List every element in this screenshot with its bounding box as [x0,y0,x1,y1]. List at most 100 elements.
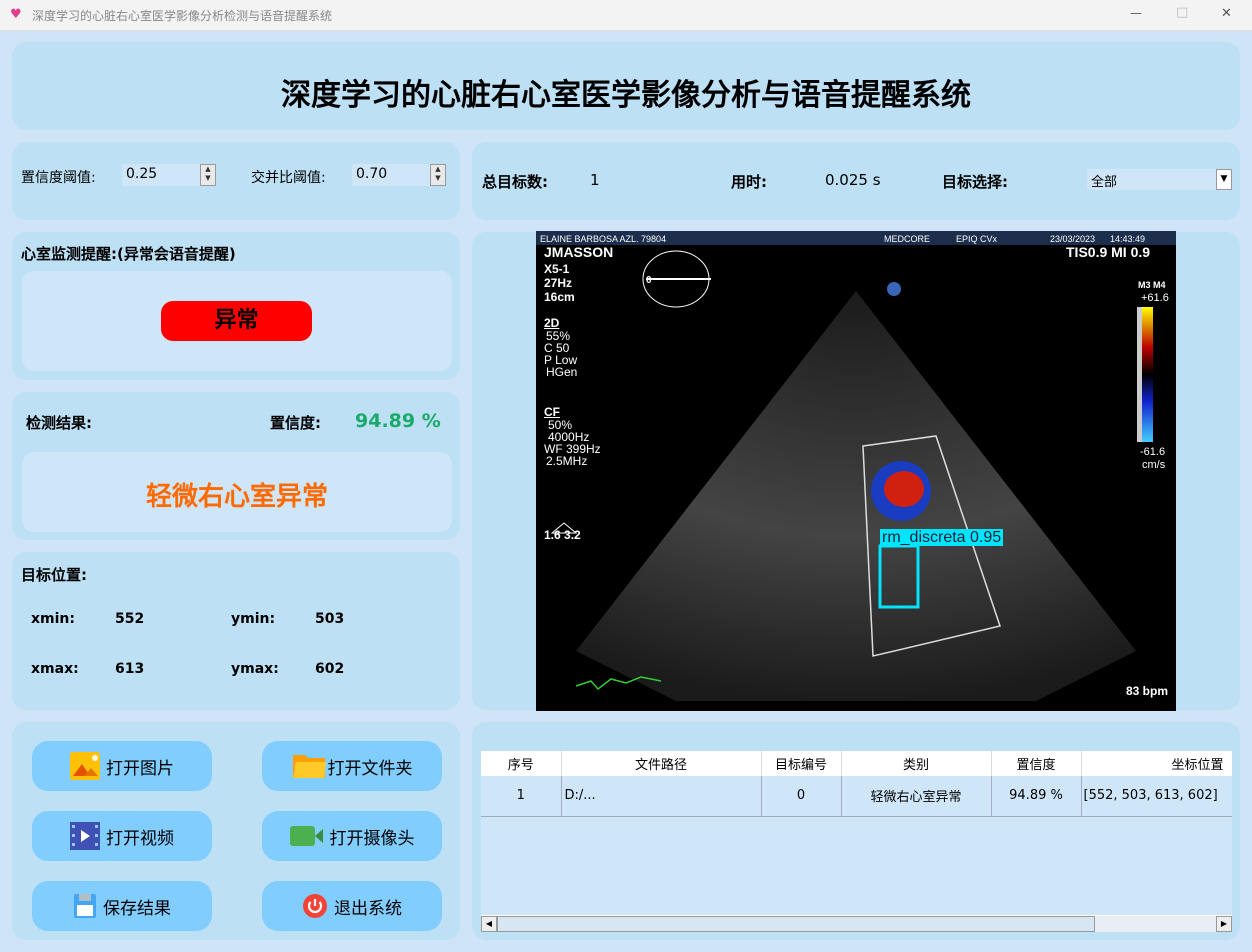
cell-target-id[interactable]: 0 [761,776,842,817]
window-title: 深度学习的心脏右心室医学影像分析检测与语音提醒系统 [32,9,333,23]
scroll-right-arrow[interactable]: ▶ [1216,916,1232,932]
open-image-button[interactable]: 打开图片 [32,741,212,791]
result-label: 检测结果: [26,414,92,432]
open-video-label: 打开视频 [106,828,174,849]
xmax-value: 613 [115,661,145,677]
colorbar-header: M3 M4 [1138,280,1166,290]
colorbar-unit: cm/s [1142,459,1166,471]
table-row[interactable]: 1 D:/... 0 轻微右心室异常 94.89 % [552, 503, 61… [481,776,1232,817]
tis-mi-info: TIS0.9 MI 0.9 [1066,244,1151,260]
close-button[interactable]: ✕ [1221,6,1232,21]
minimize-button[interactable]: — [1130,6,1142,20]
depth-values: 1.6 3.2 [544,528,581,542]
time-label: 用时: [731,173,767,191]
iou-threshold-label: 交并比阈值: [251,170,326,186]
page-title: 深度学习的心脏右心室医学影像分析与语音提醒系统 [281,78,971,113]
detection-label: rm_discreta 0.95 [880,529,1004,546]
result-panel: 检测结果: 置信度: 94.89 % 轻微右心室异常 [12,392,460,540]
controls-panel: 打开图片 打开文件夹 打开视频 打开摄像头 保存结果 退出系统 [12,722,460,940]
target-select-dropdown[interactable]: 全部 ▼ [1087,169,1232,190]
time-value: 0.025 s [825,171,881,189]
conf-threshold-input[interactable]: 0.25 [122,164,202,186]
confidence-value: 94.89 % [355,410,441,432]
results-table: 序号 文件路径 目标编号 类别 置信度 坐标位置 1 D:/... 0 轻微右心… [481,751,1232,932]
conf-threshold-label: 置信度阈值: [21,170,96,186]
title-bar: ♥ 深度学习的心脏右心室医学影像分析检测与语音提醒系统 — □ ✕ [0,0,1252,31]
total-targets-value: 1 [590,171,600,189]
open-folder-label: 打开文件夹 [327,758,413,779]
save-icon [73,892,97,920]
maximize-button[interactable]: □ [1176,5,1188,20]
cell-confidence[interactable]: 94.89 % [991,776,1082,817]
iou-threshold-stepper[interactable]: ▲ ▼ [430,164,446,186]
open-camera-button[interactable]: 打开摄像头 [262,811,442,861]
chevron-down-icon[interactable]: ▼ [1216,169,1232,190]
col-target-id[interactable]: 目标编号 [761,751,842,776]
results-table-panel: 序号 文件路径 目标编号 类别 置信度 坐标位置 1 D:/... 0 轻微右心… [472,722,1240,940]
ultrasound-sector [550,250,1153,701]
exit-system-label: 退出系统 [334,898,402,919]
open-folder-button[interactable]: 打开文件夹 [262,741,442,791]
ymax-label: ymax: [231,661,279,677]
col-class[interactable]: 类别 [841,751,992,776]
scrollbar-thumb[interactable] [497,916,1095,932]
param-depth: 16cm [544,290,575,304]
xmax-label: xmax: [31,661,79,677]
param-cf-freq: 2.5MHz [546,454,588,468]
total-targets-label: 总目标数: [482,173,548,191]
target-select-label: 目标选择: [942,173,1008,191]
operator-info: JMASSON [544,244,614,260]
param-2d-hgen: HGen [546,365,578,379]
result-class: 轻微右心室异常 [145,482,328,512]
col-confidence[interactable]: 置信度 [991,751,1082,776]
horizontal-scrollbar[interactable]: ◀ ▶ [481,915,1232,932]
target-select-value: 全部 [1091,175,1118,190]
ymax-value: 602 [315,661,345,677]
col-index[interactable]: 序号 [481,751,562,776]
ultrasound-image: ELAINE BARBOSA AZL. 79804 MEDCORE EPIQ C… [536,231,1176,711]
xmin-label: xmin: [31,611,75,627]
position-panel: 目标位置: xmin: 552 ymin: 503 xmax: 613 ymax… [12,552,460,710]
cell-class[interactable]: 轻微右心室异常 [841,776,992,817]
open-camera-label: 打开摄像头 [329,828,415,849]
table-header-row: 序号 文件路径 目标编号 类别 置信度 坐标位置 [481,751,1232,776]
exit-system-button[interactable]: 退出系统 [262,881,442,931]
image-icon [70,752,100,780]
open-video-button[interactable]: 打开视频 [32,811,212,861]
conf-threshold-stepper[interactable]: ▲ ▼ [200,164,216,186]
alert-label: 心室监测提醒:(异常会语音提醒) [21,245,236,263]
ymin-label: ymin: [231,611,276,627]
col-file-path[interactable]: 文件路径 [561,751,762,776]
folder-icon [292,752,326,780]
col-coordinates[interactable]: 坐标位置 [1081,751,1232,776]
param-probe: X5-1 [544,262,570,276]
header-panel: 深度学习的心脏右心室医学影像分析与语音提醒系统 [12,42,1240,130]
iou-threshold-input[interactable]: 0.70 [352,164,432,186]
result-box: 轻微右心室异常 [22,452,452,532]
alert-status-badge: 异常 [161,301,312,341]
video-icon [70,822,100,850]
cell-index[interactable]: 1 [481,776,562,817]
threshold-panel: 置信度阈值: 0.25 ▲ ▼ 交并比阈值: 0.70 ▲ ▼ [12,142,460,220]
app-heart-icon: ♥ [10,7,22,22]
power-icon [302,892,328,920]
cell-coordinates[interactable]: [552, 503, 613, 602] [1081,776,1232,817]
position-label: 目标位置: [21,566,87,584]
xmin-value: 552 [115,611,145,627]
colorbar-min: -61.6 [1140,446,1166,458]
model-info: EPIQ CVx [956,234,998,244]
confidence-label: 置信度: [270,414,321,432]
image-panel: ELAINE BARBOSA AZL. 79804 MEDCORE EPIQ C… [472,231,1240,711]
camera-icon [289,822,324,850]
param-framerate: 27Hz [544,276,573,290]
save-result-label: 保存结果 [103,898,171,919]
heart-rate: 83 bpm [1126,684,1169,698]
angle-label: 0 [646,275,652,286]
cell-file-path[interactable]: D:/... [561,776,762,817]
save-result-button[interactable]: 保存结果 [32,881,212,931]
scroll-left-arrow[interactable]: ◀ [481,916,497,932]
ymin-value: 503 [315,611,345,627]
alert-box: 异常 [22,271,452,371]
vendor-info: MEDCORE [884,234,931,244]
colorbar-max: +61.6 [1141,292,1169,304]
